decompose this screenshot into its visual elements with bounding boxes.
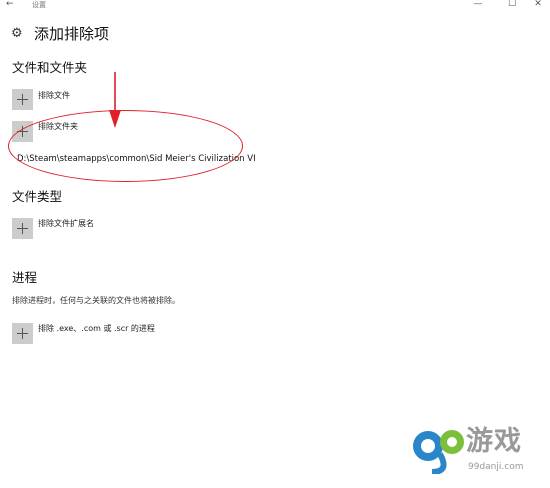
watermark-brand: 游戏 bbox=[466, 426, 522, 457]
watermark-logo: 游戏 99danji.com bbox=[410, 424, 540, 480]
window-title: 设置 bbox=[32, 1, 46, 9]
page-title: 添加排除项 bbox=[34, 25, 110, 43]
exclude-file-label: 排除文件 bbox=[38, 91, 70, 100]
plus-icon[interactable] bbox=[12, 323, 33, 344]
processes-description: 排除进程时，任何与之关联的文件也将被排除。 bbox=[12, 296, 180, 305]
annotation-ellipse bbox=[8, 110, 243, 182]
plus-icon[interactable] bbox=[12, 89, 33, 110]
gear-icon: ⚙ bbox=[11, 26, 23, 41]
maximize-button[interactable]: ☐ bbox=[502, 0, 522, 10]
plus-icon[interactable] bbox=[12, 218, 33, 239]
exclude-extension-label: 排除文件扩展名 bbox=[38, 219, 94, 228]
watermark-domain: 99danji.com bbox=[468, 462, 524, 472]
gamepad-logo-icon bbox=[413, 430, 464, 474]
section-title-processes: 进程 bbox=[12, 270, 38, 285]
back-button[interactable]: ← bbox=[6, 0, 14, 10]
exclude-process-label: 排除 .exe、.com 或 .scr 的进程 bbox=[38, 324, 155, 333]
title-bar: ← 设置 — ☐ ✕ bbox=[0, 0, 550, 11]
close-button[interactable]: ✕ bbox=[528, 0, 548, 10]
minimize-button[interactable]: — bbox=[468, 0, 488, 10]
section-title-files: 文件和文件夹 bbox=[12, 60, 88, 75]
section-title-file-types: 文件类型 bbox=[12, 189, 63, 204]
